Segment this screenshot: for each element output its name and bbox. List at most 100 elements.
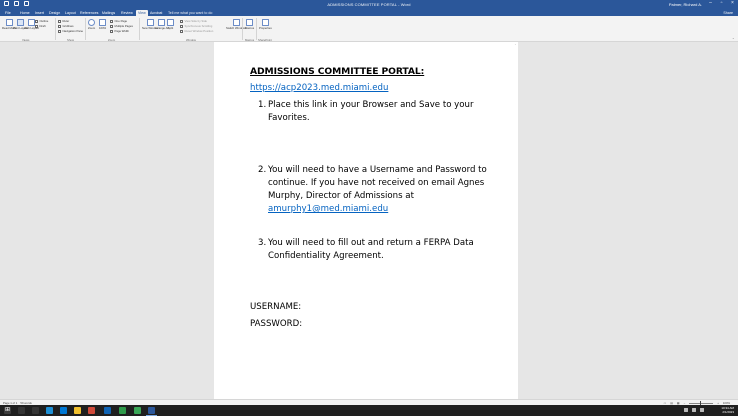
list-item-text: Confidentiality Agreement. — [268, 251, 384, 261]
group-show-label: Show — [67, 37, 74, 42]
group-macros-label: Macros — [245, 37, 255, 42]
group-separator — [85, 18, 86, 40]
page-width-button[interactable]: Page Width — [110, 29, 129, 33]
properties-button[interactable]: Properties — [259, 19, 272, 30]
arrange-all-icon — [158, 19, 166, 26]
macros-button[interactable]: Macros — [245, 19, 254, 30]
word-icon[interactable] — [148, 407, 155, 414]
store-icon[interactable] — [60, 407, 67, 414]
group-separator — [55, 18, 56, 40]
group-separator — [139, 18, 140, 40]
group-window-label: Window — [186, 37, 196, 42]
page-corner-mark: · — [514, 42, 516, 48]
document-area: · ADMISSIONS COMMITTEE PORTAL: https://a… — [0, 42, 738, 399]
title-bar: ADMISSIONS COMMITTEE PORTAL - Word Palme… — [0, 0, 738, 9]
close-icon[interactable]: × — [730, 1, 735, 6]
restore-icon[interactable]: ▫ — [719, 1, 724, 6]
clock[interactable]: 10:34 AM 2/1/2023 — [721, 406, 734, 414]
task-view-icon[interactable] — [32, 407, 39, 414]
web-layout-icon — [27, 19, 35, 26]
tab-layout[interactable]: Layout — [65, 11, 76, 15]
file-explorer-icon[interactable] — [74, 407, 81, 414]
list-item-text: You will need to fill out and return a F… — [268, 238, 474, 248]
document-page[interactable]: · ADMISSIONS COMMITTEE PORTAL: https://a… — [214, 42, 518, 399]
network-icon[interactable] — [684, 408, 688, 412]
portal-link[interactable]: https://acp2023.med.miami.edu — [250, 83, 388, 93]
document-heading: ADMISSIONS COMMITTEE PORTAL: — [250, 66, 425, 77]
side-by-side-button[interactable]: View Side by Side — [180, 19, 207, 23]
group-zoom-label: Zoom — [108, 37, 116, 42]
outline-icon — [35, 19, 38, 23]
side-by-side-icon — [180, 19, 183, 23]
email-link[interactable]: amurphy1@med.miami.edu — [268, 203, 488, 216]
ribbon-view: Read Mode Print Layout Web Layout Outlin… — [0, 16, 738, 42]
split-button[interactable]: Split — [167, 19, 174, 30]
list-number: 2. — [258, 165, 267, 175]
windows-start-icon[interactable]: ⊞ — [4, 407, 11, 414]
multiple-pages-button[interactable]: Multiple Pages — [110, 24, 133, 28]
magnifier-icon — [88, 19, 96, 26]
group-views-label: Views — [22, 37, 30, 42]
list-item-text: Place this link in your Browser and Save… — [268, 100, 474, 110]
password-label: PASSWORD: — [250, 319, 303, 329]
outline-button[interactable]: Outline — [35, 19, 48, 23]
split-icon — [167, 19, 174, 26]
tab-file[interactable]: File — [5, 11, 11, 15]
office-icon[interactable] — [88, 407, 95, 414]
outlook-icon[interactable] — [104, 407, 111, 414]
tab-references[interactable]: References — [80, 11, 98, 15]
battery-icon[interactable] — [700, 408, 704, 412]
window-title: ADMISSIONS COMMITTEE PORTAL - Word — [327, 2, 411, 7]
reset-position-icon — [180, 29, 183, 33]
system-tray — [684, 408, 704, 412]
draft-button[interactable]: Draft — [35, 24, 46, 28]
search-icon[interactable] — [18, 407, 25, 414]
minimize-icon[interactable]: – — [708, 1, 713, 6]
page-width-icon — [110, 29, 113, 33]
switch-windows-button[interactable]: Switch Windows — [226, 19, 246, 30]
tab-review[interactable]: Review — [121, 11, 133, 15]
one-page-button[interactable]: One Page — [110, 19, 127, 23]
list-number: 1. — [258, 100, 267, 110]
ruler-checkbox[interactable]: Ruler — [58, 19, 69, 23]
excel-icon[interactable] — [119, 407, 126, 414]
user-name[interactable]: Palmer, Richard A. — [669, 2, 702, 7]
ribbon-tabs: File Home Insert Design Layout Reference… — [0, 9, 738, 16]
share-button[interactable]: Share — [723, 11, 733, 15]
list-item-text: Murphy, Director of Admissions at — [268, 191, 414, 201]
reset-position-button[interactable]: Reset Window Position — [180, 29, 213, 33]
collapse-ribbon-icon[interactable]: ^ — [733, 37, 734, 41]
username-label: USERNAME: — [250, 302, 302, 312]
sync-scroll-button[interactable]: Synchronous Scrolling — [180, 24, 212, 28]
zoom-slider[interactable] — [689, 401, 714, 405]
chrome-icon[interactable] — [134, 407, 141, 414]
switch-windows-icon — [232, 19, 240, 26]
group-separator — [242, 18, 243, 40]
list-item-text: continue. If you have not received on em… — [268, 178, 485, 188]
read-mode-icon — [5, 19, 13, 26]
macros-icon — [246, 19, 254, 26]
draft-icon — [35, 24, 38, 28]
list-item-text: You will need to have a Username and Pas… — [268, 165, 487, 175]
list-item-text: Favorites. — [268, 113, 310, 123]
multiple-pages-icon — [110, 24, 113, 28]
properties-icon — [261, 19, 269, 26]
print-layout-icon — [16, 19, 24, 26]
navigation-pane-checkbox[interactable]: Navigation Pane — [58, 29, 83, 33]
volume-icon[interactable] — [692, 408, 696, 412]
tell-me-search[interactable]: Tell me what you want to do — [168, 11, 212, 15]
tab-mailings[interactable]: Mailings — [102, 11, 115, 15]
tab-design[interactable]: Design — [49, 11, 60, 15]
gridlines-checkbox[interactable]: Gridlines — [58, 24, 74, 28]
zoom-button[interactable]: Zoom — [88, 19, 95, 30]
tab-home[interactable]: Home — [20, 11, 30, 15]
tab-insert[interactable]: Insert — [35, 11, 44, 15]
tab-acrobat[interactable]: Acrobat — [150, 11, 162, 15]
taskbar: ⊞ 10:34 AM 2/1/2023 — [0, 405, 738, 416]
group-sharepoint-label: SharePoint — [258, 37, 272, 42]
zoom-100-button[interactable]: 100% — [99, 19, 106, 30]
edge-icon[interactable] — [46, 407, 53, 414]
group-separator — [256, 18, 257, 40]
one-page-icon — [110, 19, 113, 23]
sync-scroll-icon — [180, 24, 183, 28]
